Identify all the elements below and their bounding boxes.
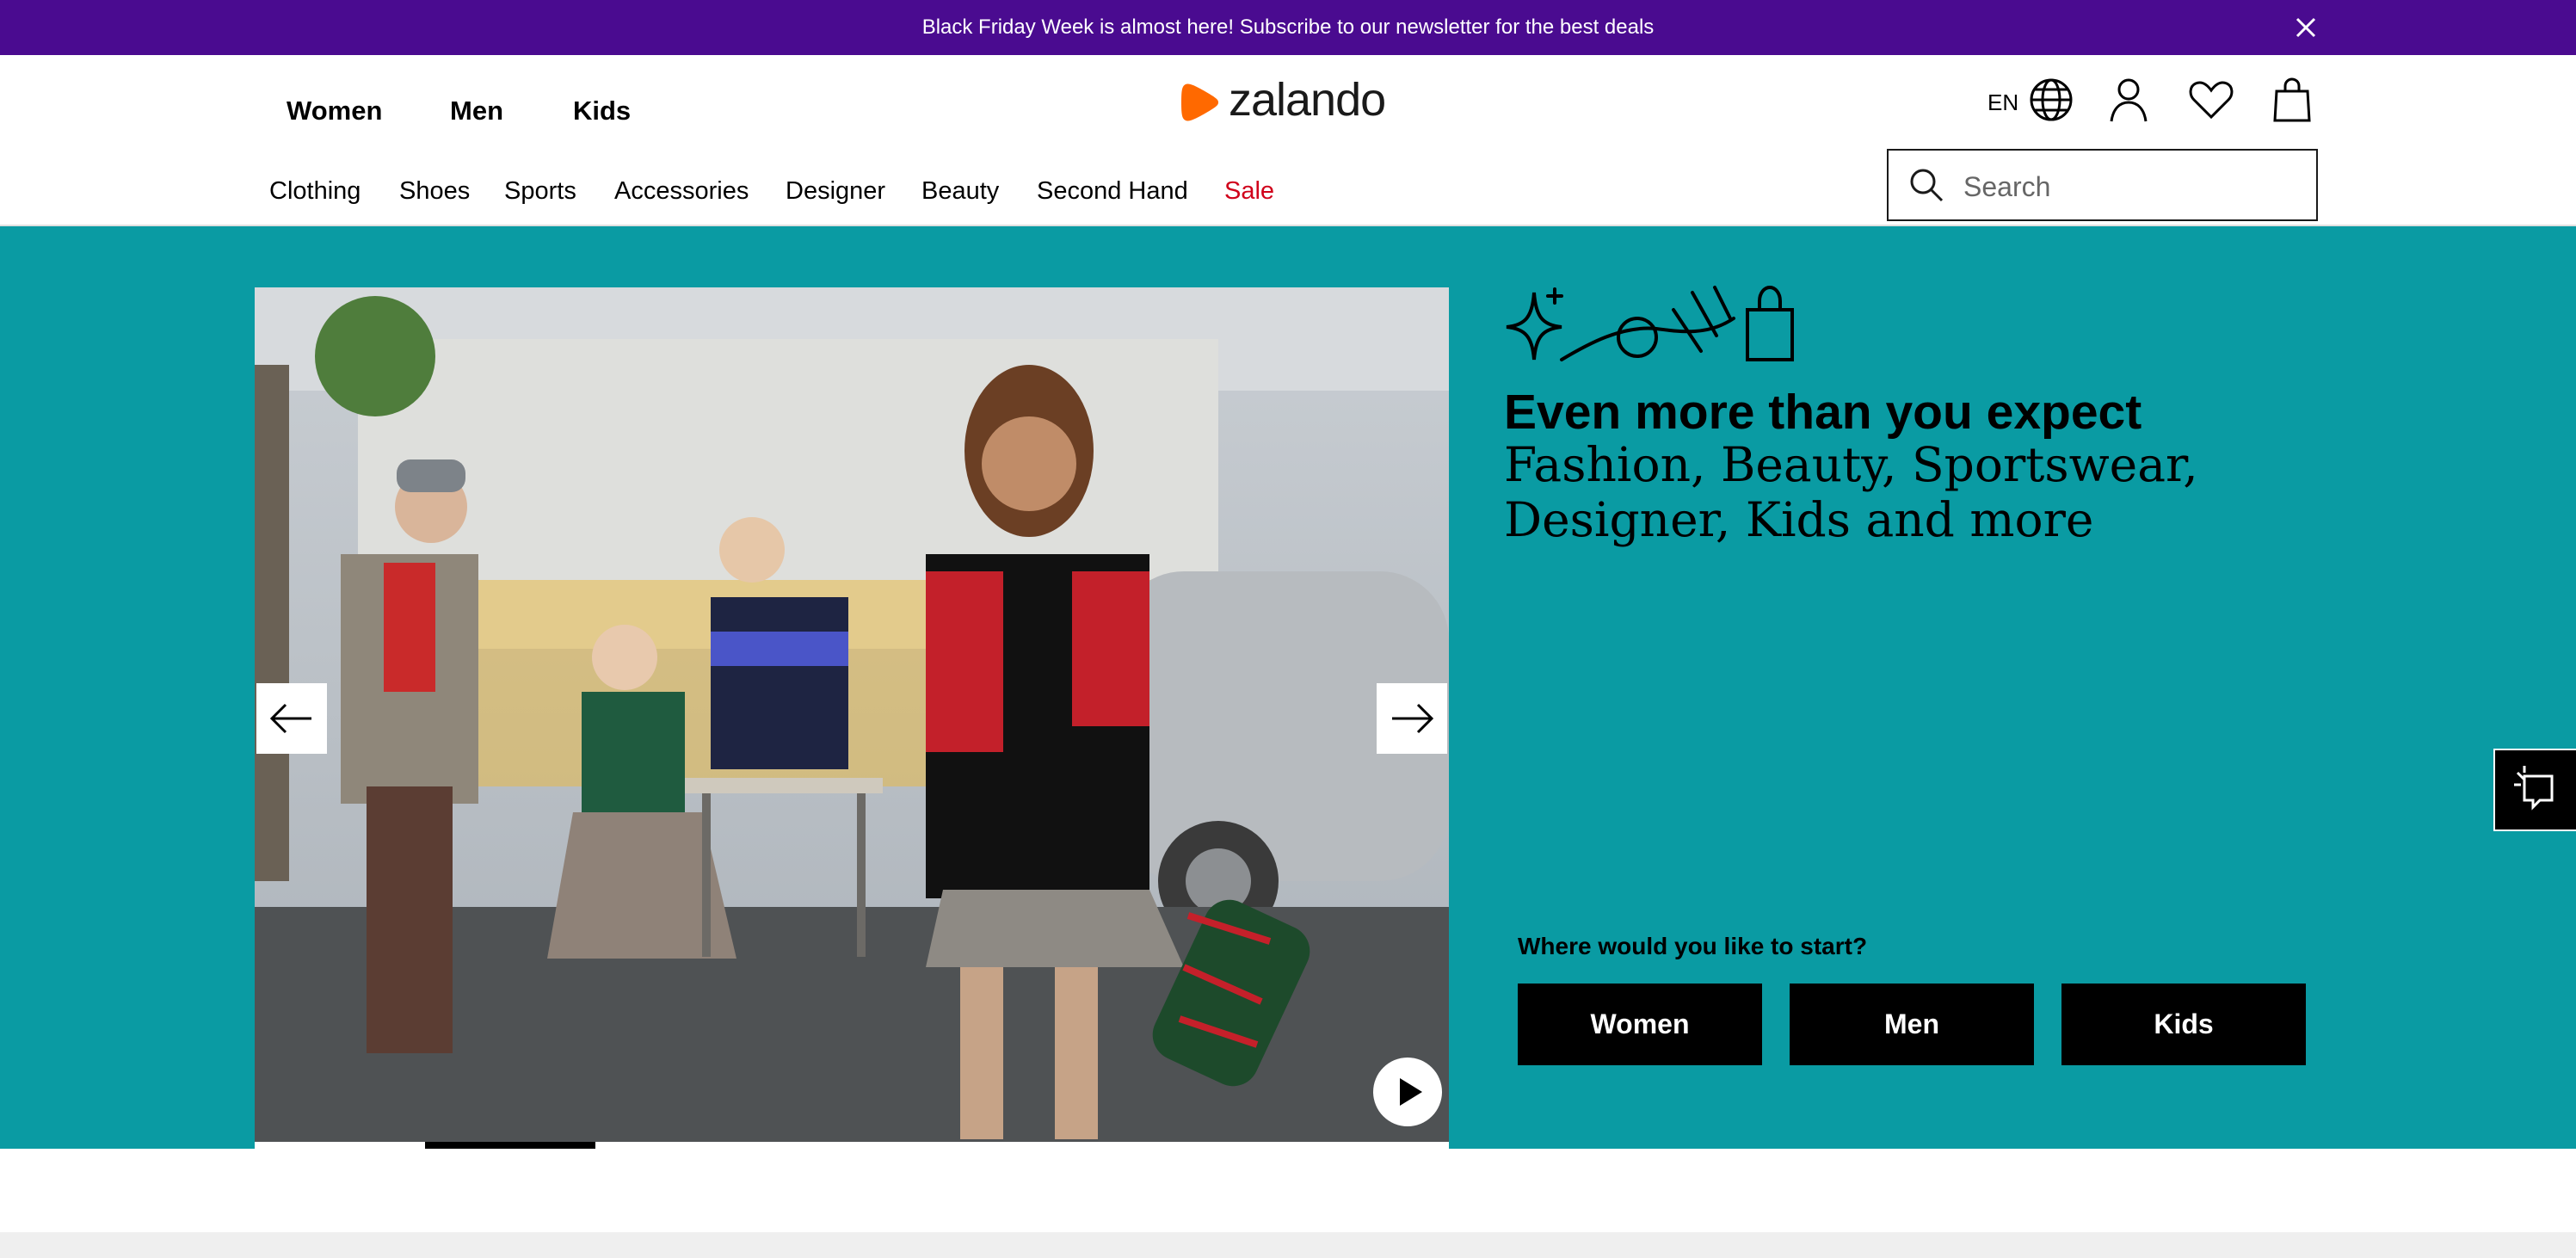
feedback-icon bbox=[2514, 766, 2554, 811]
zalando-logo-icon[interactable] bbox=[1179, 81, 1220, 124]
category-accessories[interactable]: Accessories bbox=[614, 176, 749, 207]
gender-tab-men[interactable]: Men bbox=[450, 93, 503, 129]
category-second-hand[interactable]: Second Hand bbox=[1037, 176, 1188, 207]
heart-icon[interactable] bbox=[2187, 76, 2235, 124]
category-shoes[interactable]: Shoes bbox=[399, 176, 470, 207]
feedback-tab[interactable] bbox=[2493, 749, 2576, 831]
slider-progress-indicator bbox=[425, 1142, 595, 1149]
start-women-button[interactable]: Women bbox=[1518, 984, 1762, 1065]
category-sale[interactable]: Sale bbox=[1224, 176, 1274, 207]
category-beauty[interactable]: Beauty bbox=[921, 176, 999, 207]
globe-icon[interactable] bbox=[2027, 76, 2075, 124]
search-icon[interactable] bbox=[1908, 167, 1944, 203]
start-men-button[interactable]: Men bbox=[1790, 984, 2034, 1065]
close-icon[interactable] bbox=[2289, 10, 2323, 45]
category-sports[interactable]: Sports bbox=[504, 176, 576, 207]
announcement-text[interactable]: Black Friday Week is almost here! Subscr… bbox=[0, 0, 2576, 55]
sparkle-eye-bag-icon bbox=[1501, 284, 1803, 366]
category-designer[interactable]: Designer bbox=[786, 176, 885, 207]
hero-heading: Even more than you expect bbox=[1504, 385, 2142, 440]
start-kids-button[interactable]: Kids bbox=[2061, 984, 2306, 1065]
bag-icon[interactable] bbox=[2268, 76, 2316, 124]
slider-next-button[interactable] bbox=[1377, 683, 1447, 754]
gender-tab-women[interactable]: Women bbox=[287, 93, 382, 129]
category-clothing[interactable]: Clothing bbox=[269, 176, 361, 207]
slider-previous-button[interactable] bbox=[256, 683, 327, 754]
hero-campaign-image[interactable] bbox=[255, 287, 1449, 1142]
start-prompt-label: Where would you like to start? bbox=[1518, 933, 1868, 959]
search-input[interactable] bbox=[1962, 160, 2301, 213]
hero-subheading: Fashion, Beauty, Sportswear, Designer, K… bbox=[1504, 437, 2198, 547]
content-divider bbox=[0, 1232, 2576, 1258]
play-video-button[interactable] bbox=[1373, 1058, 1442, 1126]
zalando-logo-text[interactable]: zalando bbox=[1229, 74, 1386, 126]
gender-tab-kids[interactable]: Kids bbox=[573, 93, 631, 129]
user-icon[interactable] bbox=[2105, 76, 2153, 124]
language-label[interactable]: EN bbox=[1987, 88, 2018, 117]
